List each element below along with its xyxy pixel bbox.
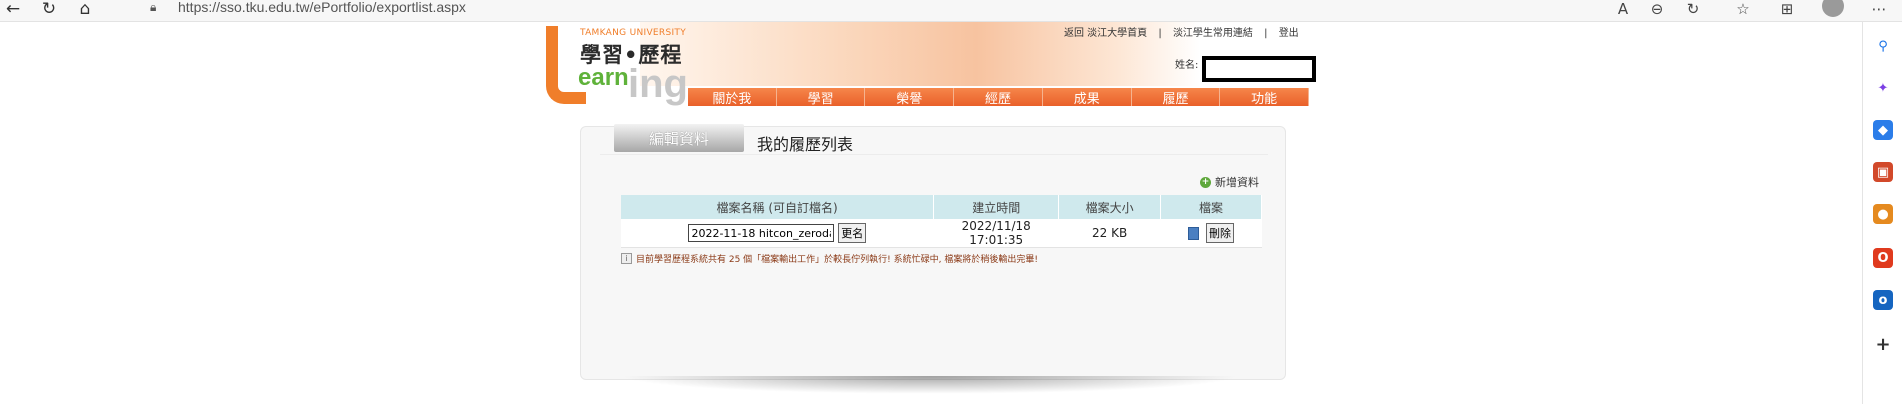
add-plus-icon[interactable]: + [1873,334,1893,355]
student-links[interactable]: 淡江學生常用連結 [1173,28,1253,39]
col-file: 檔案 [1160,195,1262,219]
queue-notice-text: 目前學習歷程系統共有 25 個「檔案輸出工作」於較長佇列執行! 系統忙碌中, 檔… [636,255,1038,265]
home-icon[interactable]: ⌂ [74,0,96,20]
browser-toolbar: ← ↻ ⌂ 🔒︎ https://sso.tku.edu.tw/ePortfol… [0,0,1902,22]
link-separator: | [1264,28,1268,39]
col-created: 建立時間 [933,195,1060,219]
size-cell: 22 KB [1058,219,1161,248]
games-icon[interactable]: ● [1873,204,1893,224]
address-bar[interactable]: 🔒︎ https://sso.tku.edu.tw/ePortfolio/exp… [142,0,1642,20]
logo-learn: earn [578,64,629,91]
home-link[interactable]: 返回 淡江大學首頁 [1064,28,1147,39]
more-menu-icon[interactable]: ⋯ [1866,0,1892,20]
edit-data-tab[interactable]: 編輯資料 [614,124,744,152]
menu-functions[interactable]: 功能 [1220,88,1310,107]
menu-experience[interactable]: 經歷 [954,88,1043,107]
add-data-label[interactable]: 新增資料 [1215,174,1259,190]
add-circle-icon: + [1200,176,1211,188]
profile-avatar[interactable] [1822,0,1844,17]
document-icon[interactable] [1188,226,1200,240]
menu-honors[interactable]: 榮譽 [865,88,955,107]
panel-shadow [620,376,1240,394]
tracking-prevention-icon[interactable]: ↻ [1680,0,1706,20]
tools-icon[interactable]: ▣ [1873,162,1893,182]
table-header-row: 檔案名稱 (可自訂檔名) 建立時間 檔案大小 檔案 [621,195,1262,219]
logout-link[interactable]: 登出 [1279,28,1299,39]
copilot-sparkle-icon[interactable]: ✦ [1873,78,1893,98]
resume-file-table: 檔案名稱 (可自訂檔名) 建立時間 檔案大小 檔案 更名 2022/11/18 … [621,195,1262,248]
name-redacted-box [1202,56,1316,82]
url-text[interactable]: https://sso.tku.edu.tw/ePortfolio/export… [178,0,466,15]
file-name-input[interactable] [688,224,835,242]
menu-achievements[interactable]: 成果 [1042,88,1132,107]
file-name-cell: 更名 [621,219,934,248]
divider [600,154,1268,155]
zoom-out-icon[interactable]: ⊖ [1644,0,1670,20]
page-title: 我的履歷列表 [757,135,854,154]
info-icon: i [621,253,632,264]
top-links: 返回 淡江大學首頁 | 淡江學生常用連結 | 登出 [1060,24,1303,39]
outlook-icon[interactable]: o [1873,290,1893,310]
collections-icon[interactable]: ⊞ [1774,0,1800,20]
logo-ing: ing [628,62,688,106]
office-icon[interactable]: O [1873,248,1893,268]
search-icon[interactable]: ⚲ [1873,36,1893,56]
created-cell: 2022/11/18 17:01:35 [933,219,1059,248]
favorites-icon[interactable]: ☆ [1730,0,1756,20]
col-size: 檔案大小 [1058,195,1162,219]
main-menu: 關於我 學習 榮譽 經歷 成果 履歷 功能 [688,88,1310,107]
edge-sidebar: ⚲ ✦ ◆ ▣ ● O o + [1862,22,1902,404]
menu-resume[interactable]: 履歷 [1131,88,1221,107]
table-row: 更名 2022/11/18 17:01:35 22 KB 刪除 [621,219,1262,248]
back-arrow-icon[interactable]: ← [2,0,24,20]
link-separator: | [1158,28,1162,39]
col-file-name: 檔案名稱 (可自訂檔名) [621,195,935,219]
logo-university: TAMKANG UNIVERSITY [580,28,687,38]
name-label: 姓名: [1175,60,1199,71]
read-aloud-icon[interactable]: A [1610,0,1636,20]
refresh-icon[interactable]: ↻ [38,0,60,20]
menu-learning[interactable]: 學習 [776,88,866,107]
file-actions-cell: 刪除 [1160,219,1262,248]
queue-notice: i 目前學習歷程系統共有 25 個「檔案輸出工作」於較長佇列執行! 系統忙碌中,… [621,252,1038,265]
add-data-link[interactable]: + 新增資料 [1200,174,1259,190]
lock-icon: 🔒︎ [150,0,157,14]
delete-button[interactable]: 刪除 [1205,223,1234,243]
shopping-tag-icon[interactable]: ◆ [1873,120,1893,140]
rename-button[interactable]: 更名 [838,223,867,243]
menu-about[interactable]: 關於我 [688,88,777,107]
